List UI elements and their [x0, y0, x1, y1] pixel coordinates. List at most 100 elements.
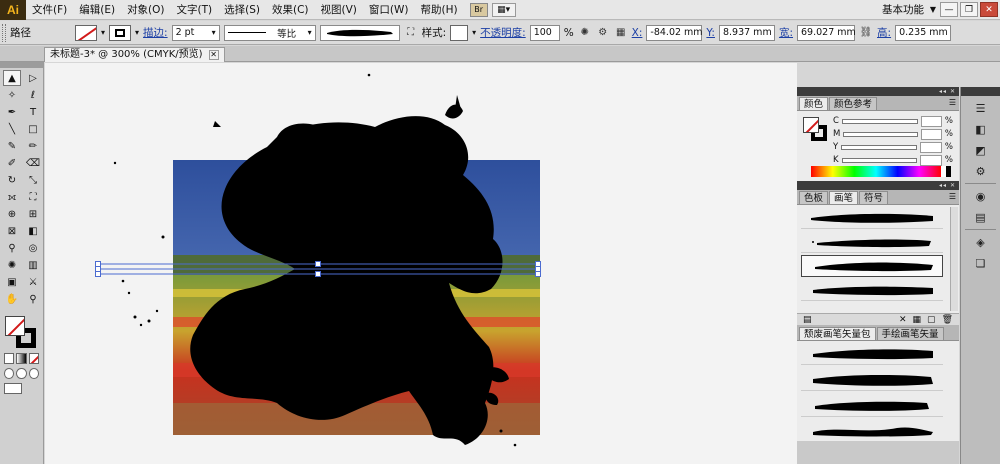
- gradient-tool-icon[interactable]: ◧: [24, 223, 42, 239]
- grip-handle[interactable]: [2, 23, 6, 42]
- library-brush-item[interactable]: [801, 419, 943, 441]
- menu-help[interactable]: 帮助(H): [415, 0, 464, 20]
- color-spectrum[interactable]: [811, 166, 941, 177]
- restore-icon[interactable]: ❐: [960, 2, 978, 17]
- transparency-panel-icon[interactable]: ◩: [971, 141, 991, 159]
- width-tool-icon[interactable]: ⟗: [3, 189, 21, 205]
- menu-type[interactable]: 文字(T): [171, 0, 219, 20]
- cyan-field[interactable]: [920, 115, 942, 127]
- chevron-down-icon[interactable]: ▾: [472, 28, 476, 37]
- draw-normal-icon[interactable]: [4, 368, 15, 379]
- remove-stroke-icon[interactable]: ✕: [899, 315, 907, 325]
- none-mode-icon[interactable]: [28, 353, 39, 364]
- zoom-tool-icon[interactable]: ⚲: [24, 291, 42, 307]
- magenta-field[interactable]: [920, 128, 942, 140]
- reference-point-icon[interactable]: ▦: [614, 26, 628, 40]
- menu-file[interactable]: 文件(F): [26, 0, 73, 20]
- chevron-down-icon[interactable]: ▾: [135, 28, 139, 37]
- brush-libraries-icon[interactable]: ▤: [803, 315, 812, 325]
- panel-menu-icon[interactable]: ☰: [949, 192, 956, 201]
- menu-edit[interactable]: 编辑(E): [73, 0, 121, 20]
- tab-brushes[interactable]: 画笔: [829, 191, 859, 204]
- brush-item[interactable]: [801, 279, 943, 301]
- menu-select[interactable]: 选择(S): [218, 0, 266, 20]
- link-icon[interactable]: ⛓: [859, 26, 873, 40]
- eraser-tool-icon[interactable]: ⌫: [24, 155, 42, 171]
- delete-brush-icon[interactable]: 🗑: [942, 315, 953, 325]
- opacity-link[interactable]: 不透明度:: [480, 25, 526, 40]
- selection-tool-icon[interactable]: ▲: [3, 70, 21, 86]
- library-brush-item[interactable]: [801, 369, 943, 391]
- blend-tool-icon[interactable]: ◎: [24, 240, 42, 256]
- stroke-panel-link[interactable]: 描边:: [143, 25, 168, 40]
- symbol-sprayer-tool-icon[interactable]: ✺: [3, 257, 21, 273]
- graphic-styles-icon[interactable]: ◉: [971, 187, 991, 205]
- eyedropper-tool-icon[interactable]: ⚲: [3, 240, 21, 256]
- brush-definition[interactable]: [319, 24, 400, 41]
- rotate-tool-icon[interactable]: ↻: [3, 172, 21, 188]
- mesh-tool-icon[interactable]: ⊠: [3, 223, 21, 239]
- yellow-slider[interactable]: [841, 144, 918, 150]
- close-icon[interactable]: ✕: [980, 2, 998, 17]
- w-field[interactable]: 69.027 mm: [797, 24, 856, 41]
- black-field[interactable]: [920, 154, 942, 166]
- shape-builder-tool-icon[interactable]: ⊕: [3, 206, 21, 222]
- stroke-swatch[interactable]: [109, 24, 132, 41]
- type-tool-icon[interactable]: T: [24, 104, 42, 120]
- opacity-field[interactable]: 100: [529, 24, 560, 41]
- hand-tool-icon[interactable]: ✋: [3, 291, 21, 307]
- white-black-swatches[interactable]: [941, 166, 951, 177]
- pencil-tool-icon[interactable]: ✏: [24, 138, 42, 154]
- yellow-field[interactable]: [920, 141, 942, 153]
- panel-fill-swatch[interactable]: [803, 117, 819, 133]
- collapse-icon[interactable]: ◂◂ ✕: [939, 87, 956, 96]
- fill-stroke-widget[interactable]: [2, 315, 42, 351]
- panel-titlebar[interactable]: ◂◂ ✕: [797, 87, 959, 96]
- tab-symbols[interactable]: 符号: [859, 191, 889, 204]
- artboards-icon[interactable]: ◈: [971, 233, 991, 251]
- gradient-mode-icon[interactable]: [16, 353, 27, 364]
- fill-color-swatch[interactable]: [5, 316, 25, 336]
- panel-menu-icon[interactable]: ☰: [949, 98, 956, 107]
- chevron-down-icon[interactable]: ▼: [930, 0, 936, 20]
- tab-hand-drawn-brush-pack[interactable]: 手绘画笔矢量: [876, 327, 944, 340]
- new-brush-icon[interactable]: ▢: [927, 315, 936, 325]
- arrange-documents-button[interactable]: ▦▾: [491, 2, 516, 17]
- brush-item-selected[interactable]: [801, 255, 943, 277]
- document-tab[interactable]: 未标题-3* @ 300% (CMYK/预览) ✕: [44, 47, 225, 62]
- workspace-switcher[interactable]: 基本功能: [882, 0, 924, 20]
- stroke-weight-field[interactable]: 2 pt ▾: [171, 24, 220, 41]
- library-brush-item[interactable]: [801, 343, 943, 365]
- draw-inside-icon[interactable]: [28, 368, 39, 379]
- variable-width-profile[interactable]: 等比 ▾: [223, 24, 316, 41]
- menu-view[interactable]: 视图(V): [315, 0, 363, 20]
- layers-icon[interactable]: ▤: [971, 208, 991, 226]
- menu-window[interactable]: 窗口(W): [363, 0, 415, 20]
- draw-behind-icon[interactable]: [16, 368, 27, 379]
- canvas-area[interactable]: [45, 63, 797, 464]
- free-transform-tool-icon[interactable]: ⛶: [24, 189, 42, 205]
- slice-tool-icon[interactable]: ⚔: [24, 274, 42, 290]
- brush-item[interactable]: [801, 207, 943, 229]
- column-graph-tool-icon[interactable]: ▥: [24, 257, 42, 273]
- tab-swatches[interactable]: 色板: [799, 191, 829, 204]
- brushes-scrollbar[interactable]: [950, 207, 958, 311]
- brush-item[interactable]: [801, 231, 943, 253]
- links-icon[interactable]: ❏: [971, 254, 991, 272]
- close-icon[interactable]: ✕: [208, 50, 219, 60]
- library-brush-item[interactable]: [801, 395, 943, 417]
- tab-color[interactable]: 颜色: [799, 97, 829, 110]
- chevron-down-icon[interactable]: ▾: [101, 28, 105, 37]
- tab-grunge-brush-pack[interactable]: 颓废画笔矢量包: [799, 327, 876, 340]
- rectangle-tool-icon[interactable]: □: [24, 121, 42, 137]
- minimize-icon[interactable]: —: [940, 2, 958, 17]
- strip-header[interactable]: [961, 87, 1000, 96]
- menu-effect[interactable]: 效果(C): [266, 0, 315, 20]
- y-field[interactable]: 8.937 mm: [718, 24, 775, 41]
- black-slider[interactable]: [841, 157, 918, 163]
- blob-brush-tool-icon[interactable]: ✐: [3, 155, 21, 171]
- brush-options-icon[interactable]: ⛶: [404, 26, 418, 40]
- line-tool-icon[interactable]: ╲: [3, 121, 21, 137]
- lasso-tool-icon[interactable]: ℓ: [24, 87, 42, 103]
- screen-mode-icon[interactable]: [4, 383, 22, 394]
